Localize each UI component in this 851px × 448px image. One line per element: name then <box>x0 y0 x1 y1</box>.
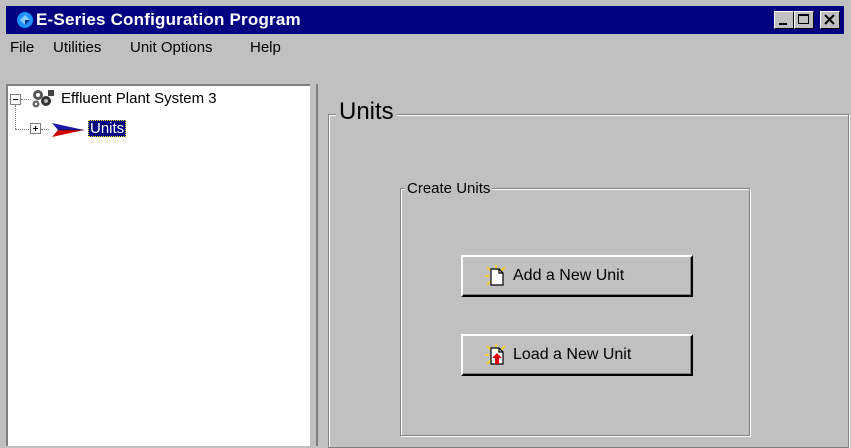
expand-toggle-units[interactable] <box>30 123 41 134</box>
collapse-toggle-root[interactable] <box>10 94 21 105</box>
units-panel-title: Units <box>336 97 397 127</box>
gears-icon <box>32 90 54 108</box>
add-new-unit-label: Add a New Unit <box>513 267 625 284</box>
app-logo-icon <box>17 12 33 28</box>
load-document-icon <box>485 344 506 365</box>
tree-view[interactable]: Effluent Plant System 3 Units <box>6 84 310 446</box>
menu-unit-options[interactable]: Unit Options <box>130 39 213 56</box>
tree-item-root-label[interactable]: Effluent Plant System 3 <box>61 90 217 107</box>
new-document-icon <box>485 265 506 286</box>
load-new-unit-button[interactable]: Load a New Unit <box>461 334 693 376</box>
arrow-icon <box>52 123 84 137</box>
tree-item-units-label[interactable]: Units <box>88 120 127 137</box>
menu-file[interactable]: File <box>10 39 34 56</box>
maximize-button[interactable] <box>794 11 814 29</box>
menu-help[interactable]: Help <box>250 39 281 56</box>
create-units-groupbox <box>400 188 750 436</box>
close-icon <box>824 14 835 25</box>
maximize-icon <box>798 14 809 24</box>
close-button[interactable] <box>820 11 840 29</box>
menu-bar: File Utilities Unit Options Help <box>6 34 844 62</box>
minimize-icon <box>779 23 787 25</box>
minimize-button[interactable] <box>774 11 794 29</box>
window-title: E-Series Configuration Program <box>36 10 301 29</box>
load-new-unit-label: Load a New Unit <box>513 346 632 363</box>
add-new-unit-button[interactable]: Add a New Unit <box>461 255 693 297</box>
menu-utilities[interactable]: Utilities <box>53 39 101 56</box>
app-window: E-Series Configuration Program File Util… <box>0 0 851 448</box>
create-units-title: Create Units <box>405 180 493 198</box>
title-bar[interactable]: E-Series Configuration Program <box>6 6 844 34</box>
